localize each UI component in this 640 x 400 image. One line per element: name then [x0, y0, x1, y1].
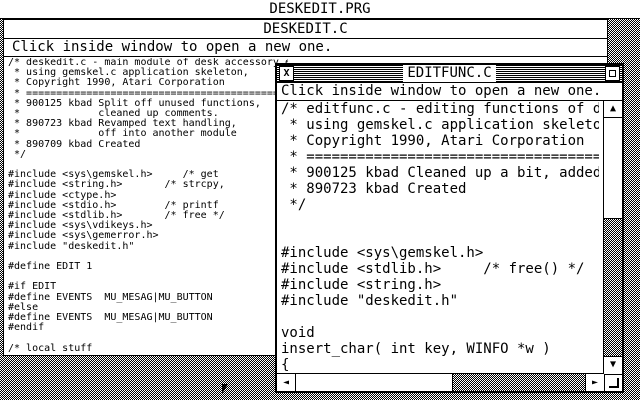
window-info-text: Click inside window to open a new one.: [12, 39, 333, 55]
code-line: #include <sys\gemskel.h>: [281, 245, 484, 261]
window-info-line: Click inside window to open a new one.: [4, 39, 607, 57]
code-line: insert_char( int key, WINFO *w ): [281, 341, 551, 357]
scroll-left-arrow-icon[interactable]: ◄: [277, 374, 296, 391]
horizontal-scroll-track[interactable]: [296, 374, 585, 391]
code-line: * using gemskel.c application skeleton,: [281, 117, 599, 133]
code-line: #include <stdlib.h> /* free() */: [281, 261, 585, 277]
vertical-scroll-thumb[interactable]: [604, 118, 622, 219]
horizontal-scrollbar[interactable]: ◄ ►: [277, 373, 604, 391]
code-line: #define EVENTS MU_MESAG|MU_BUTTON: [8, 291, 213, 303]
code-line: #define EVENTS MU_MESAG|MU_BUTTON: [8, 312, 213, 324]
code-line: #include "deskedit.h": [8, 240, 135, 252]
scroll-right-arrow-icon[interactable]: ►: [585, 374, 604, 391]
text-content[interactable]: /* editfunc.c - editing functions of des…: [281, 101, 599, 373]
code-line: void: [281, 325, 315, 341]
code-line: #endif: [8, 322, 45, 334]
window-info-text: Click inside window to open a new one.: [281, 83, 602, 99]
code-line: #define EDIT 1: [8, 261, 93, 273]
window-title-bar[interactable]: DESKEDIT.C: [4, 20, 607, 39]
horizontal-scroll-thumb[interactable]: [296, 374, 453, 391]
close-box-icon[interactable]: X: [279, 66, 294, 81]
vertical-scroll-track[interactable]: [604, 118, 622, 356]
code-line: #include <string.h>: [281, 277, 442, 293]
window-title: DESKEDIT.C: [263, 21, 348, 37]
full-box-icon[interactable]: [605, 66, 620, 81]
resize-box-icon[interactable]: [604, 374, 622, 391]
window-editfunc[interactable]: EDITFUNC.C X Click inside window to open…: [275, 63, 624, 393]
code-line: */: [8, 148, 27, 160]
window-info-line: Click inside window to open a new one.: [277, 83, 622, 101]
code-line: */: [281, 197, 307, 213]
text-content[interactable]: /* deskedit.c - main module of desk acce…: [8, 58, 288, 354]
code-line: * 890709 kbad Created: [8, 138, 141, 150]
window-title: EDITFUNC.C: [403, 65, 496, 82]
code-line: * 900125 kbad Cleaned up a bit, added c: [281, 165, 599, 181]
code-line: {: [281, 357, 290, 373]
code-line: /* editfunc.c - editing functions of des: [281, 101, 599, 117]
code-line: #include "deskedit.h": [281, 293, 459, 309]
app-title: DESKEDIT.PRG: [269, 1, 371, 17]
code-line: * ===================================: [281, 149, 599, 165]
vertical-scrollbar[interactable]: ▲ ▼: [603, 101, 622, 373]
window-title-bar[interactable]: EDITFUNC.C: [277, 65, 622, 83]
mouse-pointer-icon: [222, 384, 228, 394]
scroll-up-arrow-icon[interactable]: ▲: [604, 101, 622, 118]
code-line: /* local stuff: [8, 342, 93, 354]
code-line: * Copyright 1990, Atari Corporation: [281, 133, 585, 149]
desktop-title-bar: DESKEDIT.PRG: [0, 0, 640, 19]
scroll-down-arrow-icon[interactable]: ▼: [604, 356, 622, 373]
code-line: * 890723 kbad Created: [281, 181, 467, 197]
